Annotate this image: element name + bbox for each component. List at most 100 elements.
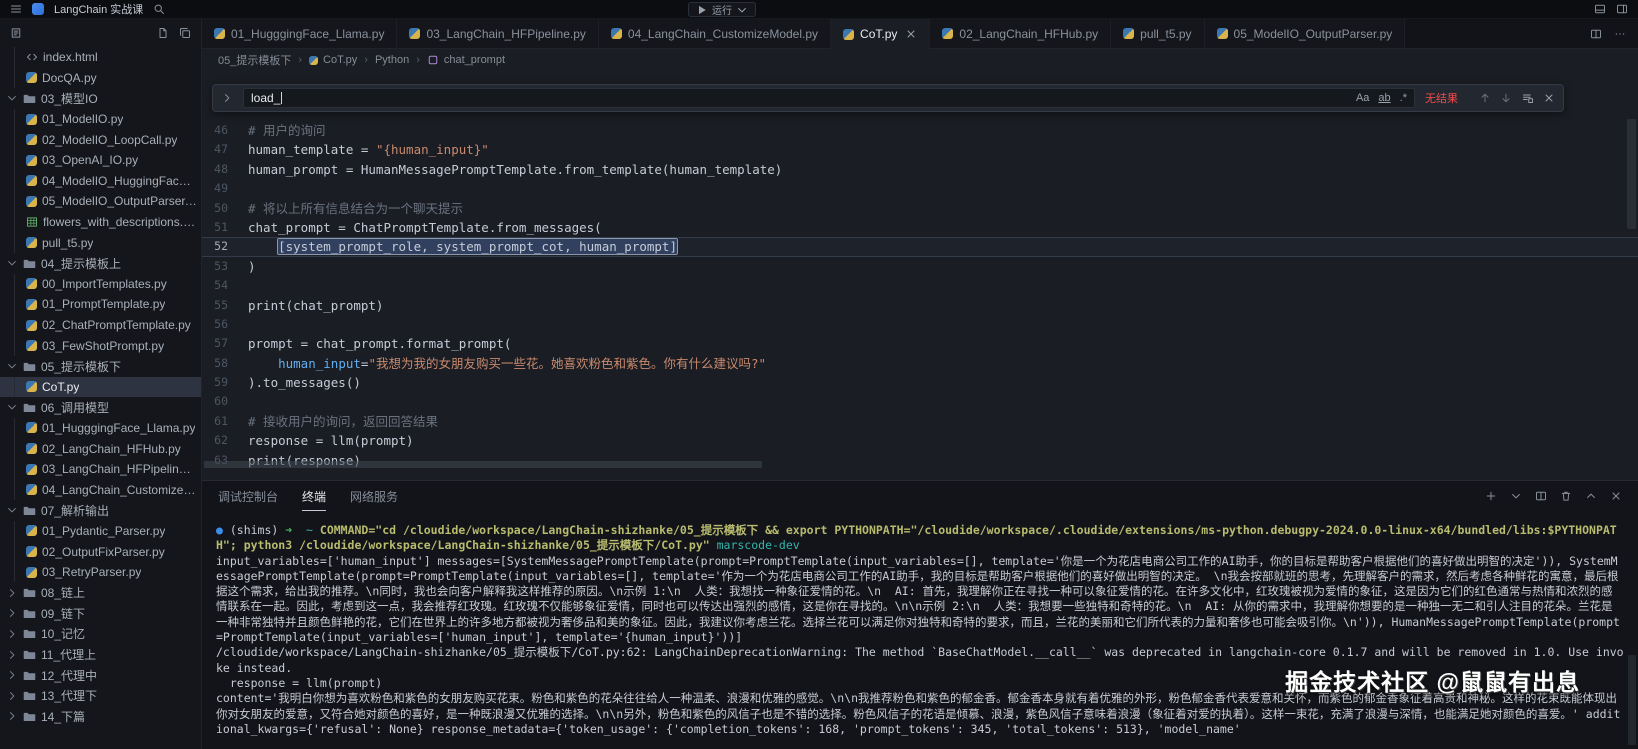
tree-folder[interactable]: 07_解析输出 [0, 500, 201, 521]
breadcrumb-item[interactable]: 05_提示模板下 [218, 52, 291, 68]
chevron-down-icon[interactable] [1510, 490, 1522, 502]
python-icon [26, 72, 37, 83]
tree-folder[interactable]: 08_链上 [0, 582, 201, 603]
tree-folder[interactable]: 06_调用模型 [0, 397, 201, 418]
trash-icon[interactable] [1560, 490, 1572, 502]
tree-item[interactable]: index.html [0, 47, 201, 68]
tree-folder[interactable]: 09_链下 [0, 603, 201, 624]
terminal-scrollbar[interactable] [1628, 655, 1636, 745]
tree-item[interactable]: 03_LangChain_HFPipeline.py [0, 459, 201, 480]
tree-item[interactable]: 02_ChatPromptTemplate.py [0, 315, 201, 336]
terminal-output[interactable]: ● (shims) ➜ ~ COMMAND="cd /cloudide/work… [202, 511, 1638, 749]
toggle-panel-icon[interactable] [1594, 3, 1606, 15]
search-icon[interactable] [153, 3, 165, 15]
tree-folder[interactable]: 11_代理上 [0, 644, 201, 665]
code-content[interactable]: 46# 用户的询问47human_template = "{human_inpu… [202, 71, 1638, 470]
collapse-all-icon[interactable] [179, 27, 191, 39]
more-actions-icon[interactable] [1614, 28, 1626, 40]
breadcrumb-item[interactable]: chat_prompt [427, 54, 505, 66]
panel-tab[interactable]: 调试控制台 [218, 481, 278, 511]
tree-item[interactable]: 01_HugggingFace_Llama.py [0, 418, 201, 439]
code-line[interactable]: 50# 将以上所有信息结合为一个聊天提示 [202, 199, 1638, 218]
tree-folder[interactable]: 05_提示模板下 [0, 356, 201, 377]
close-find-icon[interactable] [1543, 92, 1555, 104]
toggle-sidebar-icon[interactable] [1616, 3, 1628, 15]
tree-item[interactable]: 03_FewShotPrompt.py [0, 335, 201, 356]
code-line[interactable]: 52 [system_prompt_role, system_prompt_co… [202, 237, 1638, 256]
split-editor-icon[interactable] [1590, 28, 1602, 40]
close-tab-icon[interactable] [905, 28, 917, 40]
tree-item[interactable]: CoT.py [0, 377, 201, 398]
editor-tab[interactable]: 05_ModelIO_OutputParser.py [1205, 19, 1406, 48]
breadcrumb-item[interactable]: CoT.py [309, 54, 357, 66]
tree-folder[interactable]: 10_记忆 [0, 624, 201, 645]
run-label: 运行 [712, 2, 732, 17]
tree-item[interactable]: flowers_with_descriptions.csv [0, 212, 201, 233]
code-line[interactable]: 57prompt = chat_prompt.format_prompt( [202, 334, 1638, 353]
tree-folder[interactable]: 03_模型IO [0, 88, 201, 109]
code-line[interactable]: 56 [202, 315, 1638, 334]
editor-tab[interactable]: 01_HugggingFace_Llama.py [202, 19, 397, 48]
tree-item[interactable]: 02_LangChain_HFHub.py [0, 438, 201, 459]
tree-item[interactable]: DocQA.py [0, 68, 201, 89]
explorer-icon[interactable] [10, 27, 22, 39]
code-line[interactable]: 62response = llm(prompt) [202, 431, 1638, 450]
tree-item[interactable]: 05_ModelIO_OutputParser.py [0, 191, 201, 212]
new-file-icon[interactable] [157, 27, 169, 39]
code-line[interactable]: 53) [202, 257, 1638, 276]
tree-item[interactable]: 03_RetryParser.py [0, 562, 201, 583]
tree-item[interactable]: pull_t5.py [0, 232, 201, 253]
find-previous-icon[interactable] [1479, 92, 1491, 104]
editor-tab[interactable]: 03_LangChain_HFPipeline.py [397, 19, 598, 48]
chevron-up-icon[interactable] [1585, 490, 1597, 502]
horizontal-scrollbar[interactable] [204, 461, 762, 468]
chevron-right-icon [6, 710, 18, 722]
code-line[interactable]: 48human_prompt = HumanMessagePromptTempl… [202, 160, 1638, 179]
tree-item[interactable]: 02_ModelIO_LoopCall.py [0, 129, 201, 150]
code-line[interactable]: 46# 用户的询问 [202, 121, 1638, 140]
code-line[interactable]: 60 [202, 392, 1638, 411]
find-flag-Aa[interactable]: Aa [1356, 92, 1369, 104]
code-line[interactable]: 54 [202, 276, 1638, 295]
editor-tab[interactable]: pull_t5.py [1111, 19, 1204, 48]
tree-item[interactable]: 00_ImportTemplates.py [0, 274, 201, 295]
plus-icon[interactable] [1485, 490, 1497, 502]
python-icon [309, 56, 318, 65]
tree-folder[interactable]: 14_下篇 [0, 706, 201, 727]
tree-folder[interactable]: 13_代理下 [0, 685, 201, 706]
tree-item[interactable]: 01_Pydantic_Parser.py [0, 521, 201, 542]
vertical-scrollbar[interactable] [1627, 119, 1636, 229]
find-in-selection-icon[interactable] [1522, 92, 1534, 104]
tree-item[interactable]: 03_OpenAI_IO.py [0, 150, 201, 171]
code-line[interactable]: 47human_template = "{human_input}" [202, 140, 1638, 159]
tree-folder[interactable]: 04_提示模板上 [0, 253, 201, 274]
code-line[interactable]: 58 human_input="我想为我的女朋友购买一些花。她喜欢粉色和紫色。你… [202, 354, 1638, 373]
code-line[interactable]: 49 [202, 179, 1638, 198]
tree-item[interactable]: 01_PromptTemplate.py [0, 294, 201, 315]
panel-tab[interactable]: 网络服务 [350, 481, 398, 511]
code-line[interactable]: 51chat_prompt = ChatPromptTemplate.from_… [202, 218, 1638, 237]
menu-icon[interactable] [10, 3, 22, 15]
tree-item[interactable]: 04_LangChain_CustomizeMod... [0, 479, 201, 500]
toggle-replace-icon[interactable] [221, 92, 233, 104]
code-line[interactable]: 59).to_messages() [202, 373, 1638, 392]
close-icon[interactable] [1610, 490, 1622, 502]
editor-tab[interactable]: 02_LangChain_HFHub.py [930, 19, 1111, 48]
breadcrumb: 05_提示模板下›CoT.py›Python›chat_prompt [202, 49, 1638, 71]
editor-tab[interactable]: CoT.py [831, 19, 930, 49]
run-button[interactable]: 运行 [688, 2, 756, 17]
code-line[interactable]: 61# 接收用户的询问，返回回答结果 [202, 412, 1638, 431]
find-flag-[interactable]: .* [1400, 92, 1407, 104]
find-flag-ab[interactable]: ab [1378, 92, 1390, 104]
tree-folder[interactable]: 12_代理中 [0, 665, 201, 686]
find-next-icon[interactable] [1500, 92, 1512, 104]
tree-item[interactable]: 02_OutputFixParser.py [0, 541, 201, 562]
panel-tab[interactable]: 终端 [302, 481, 326, 511]
tree-item[interactable]: 01_ModelIO.py [0, 109, 201, 130]
tree-item[interactable]: 04_ModelIO_HuggingFace.py [0, 171, 201, 192]
split-editor-icon[interactable] [1535, 490, 1547, 502]
code-line[interactable]: 55print(chat_prompt) [202, 296, 1638, 315]
find-input[interactable]: load_ Aaab.* [243, 88, 1415, 108]
editor-tab[interactable]: 04_LangChain_CustomizeModel.py [599, 19, 831, 48]
breadcrumb-item[interactable]: Python [375, 54, 409, 66]
